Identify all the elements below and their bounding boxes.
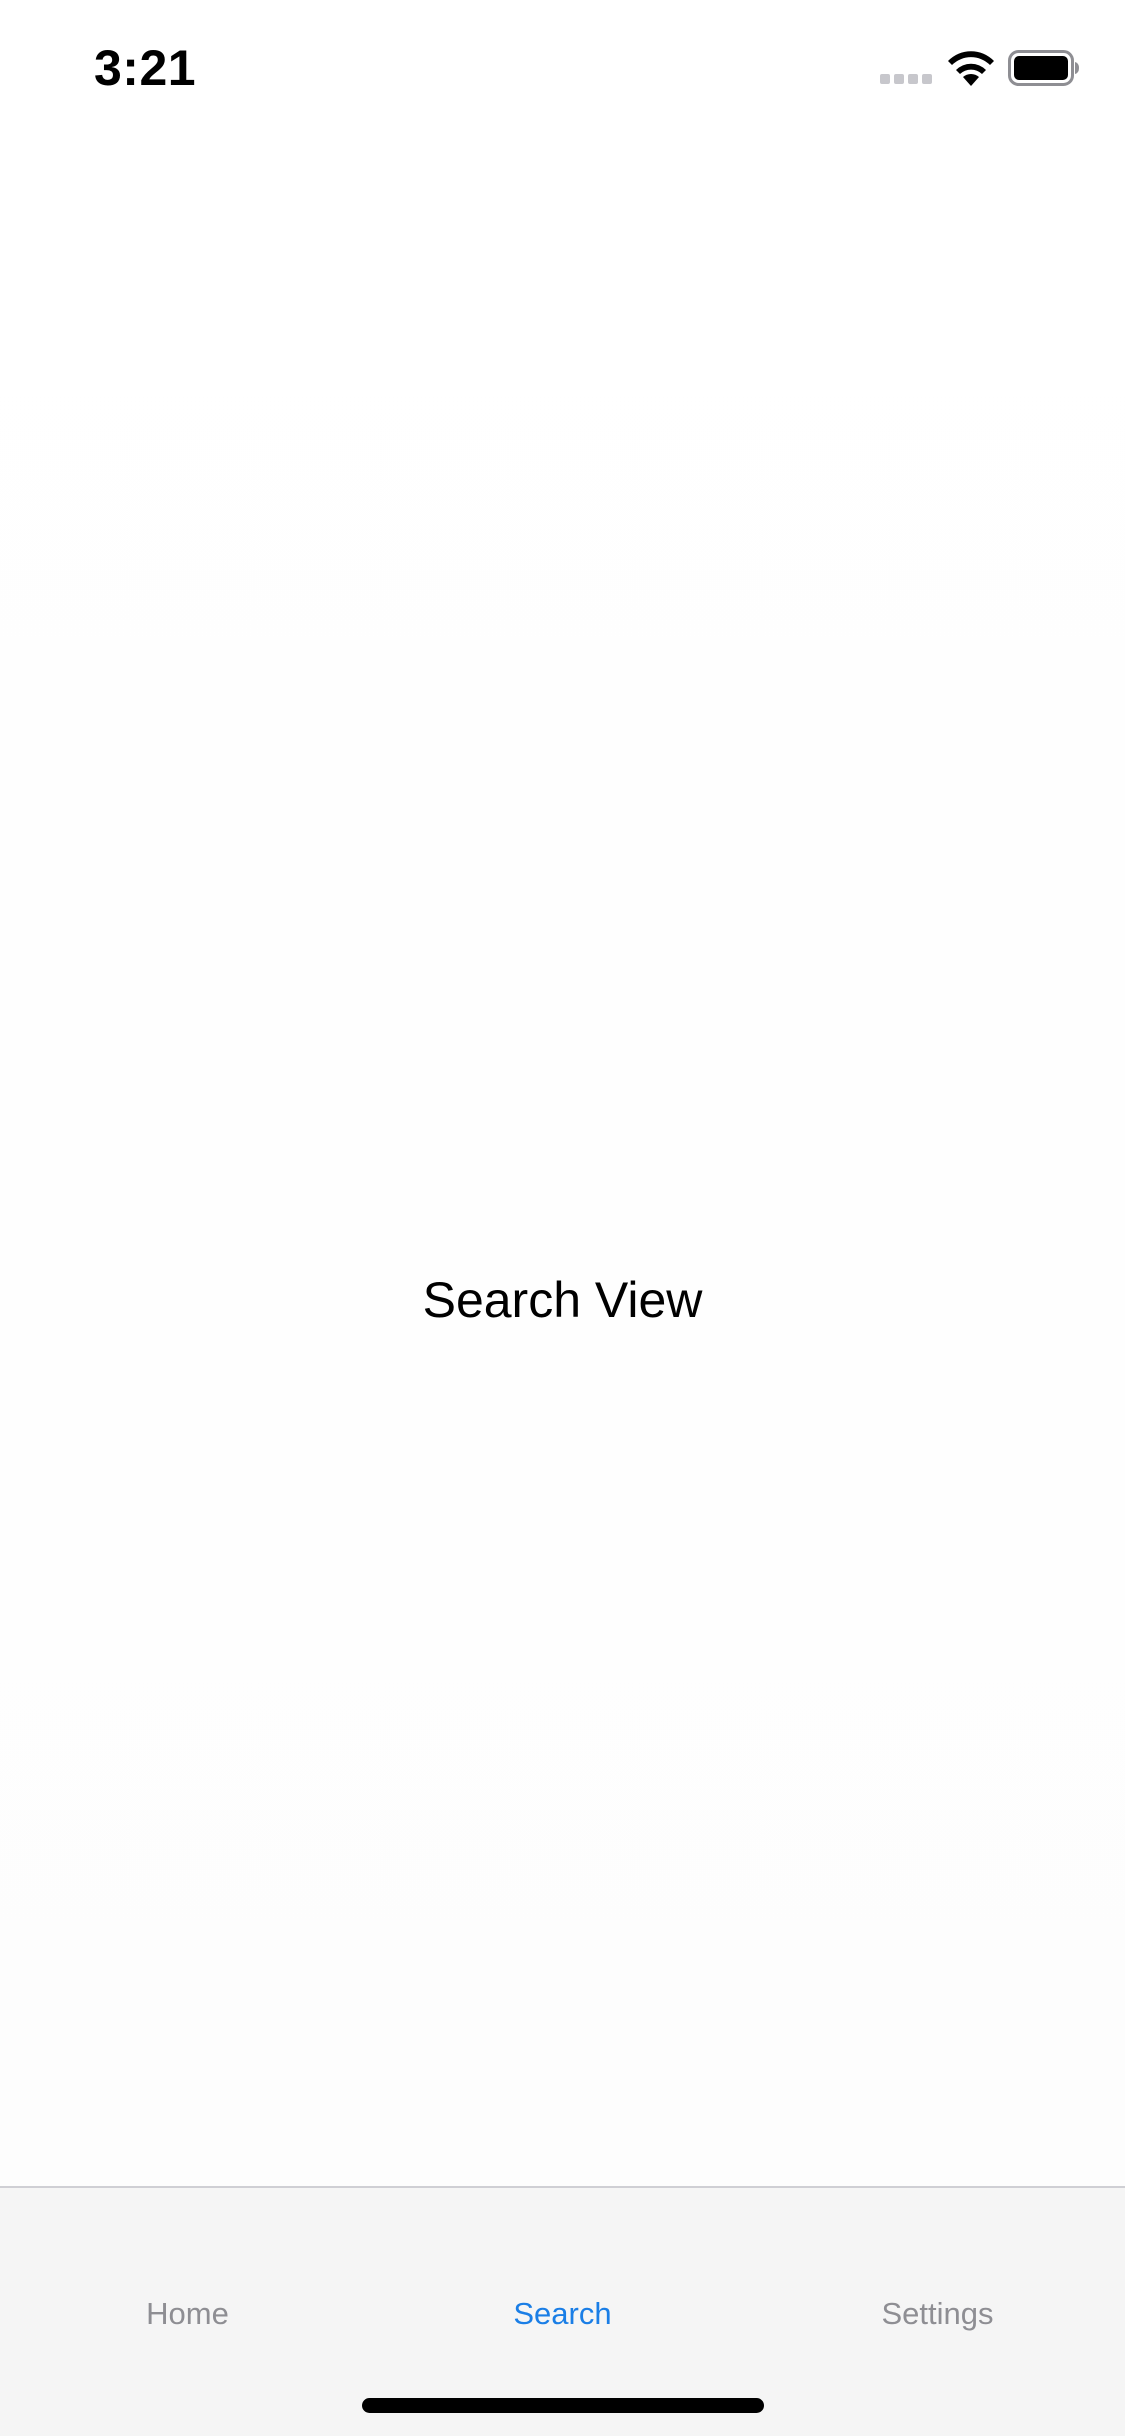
home-indicator[interactable] bbox=[362, 2398, 764, 2413]
view-title: Search View bbox=[422, 1272, 703, 1328]
status-time: 3:21 bbox=[94, 40, 197, 96]
tab-home[interactable]: Home bbox=[0, 2188, 375, 2334]
status-bar: 3:21 bbox=[0, 0, 1125, 132]
cellular-signal-icon bbox=[880, 74, 936, 88]
tab-settings-label: Settings bbox=[881, 2296, 994, 2331]
tab-home-label: Home bbox=[146, 2296, 229, 2331]
tab-search[interactable]: Search bbox=[375, 2188, 750, 2334]
app-screen: 3:21 Search View Home Search Settings bbox=[0, 0, 1125, 2436]
search-view-content: Search View bbox=[0, 132, 1125, 2186]
wifi-icon bbox=[948, 51, 994, 86]
tab-settings[interactable]: Settings bbox=[750, 2188, 1125, 2334]
tab-search-label: Search bbox=[513, 2296, 612, 2331]
battery-icon bbox=[1008, 50, 1079, 86]
